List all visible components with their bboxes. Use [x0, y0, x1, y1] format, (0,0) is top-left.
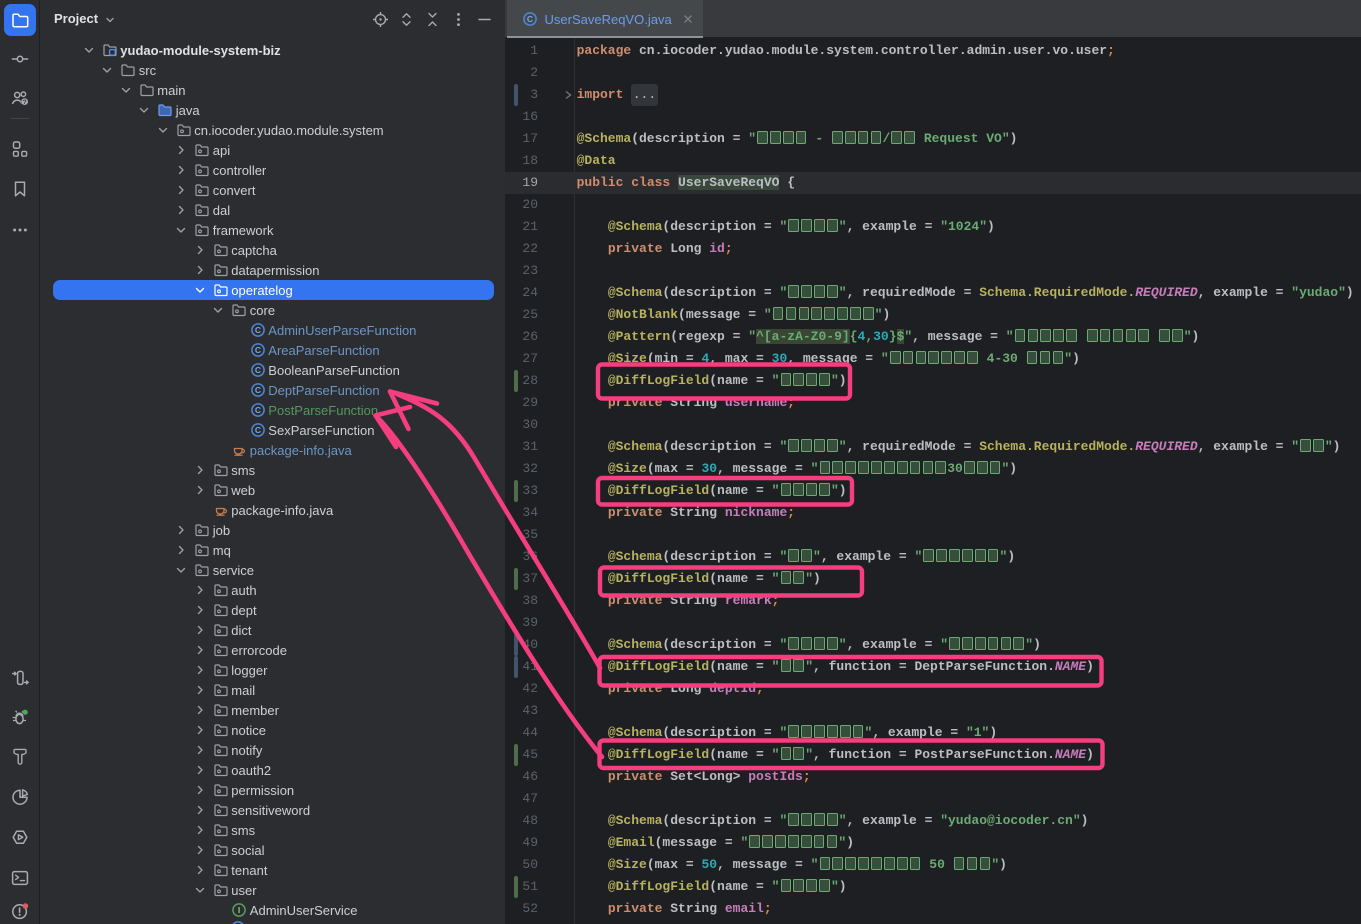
svg-text:C: C — [255, 325, 261, 335]
svg-text:C: C — [526, 14, 532, 24]
svg-text:?: ? — [23, 99, 27, 106]
svg-text:C: C — [255, 405, 261, 415]
svg-text:C: C — [255, 345, 261, 355]
svg-text:I: I — [238, 905, 240, 915]
svg-text:C: C — [255, 425, 261, 435]
svg-text:C: C — [255, 365, 261, 375]
svg-text:C: C — [255, 385, 261, 395]
